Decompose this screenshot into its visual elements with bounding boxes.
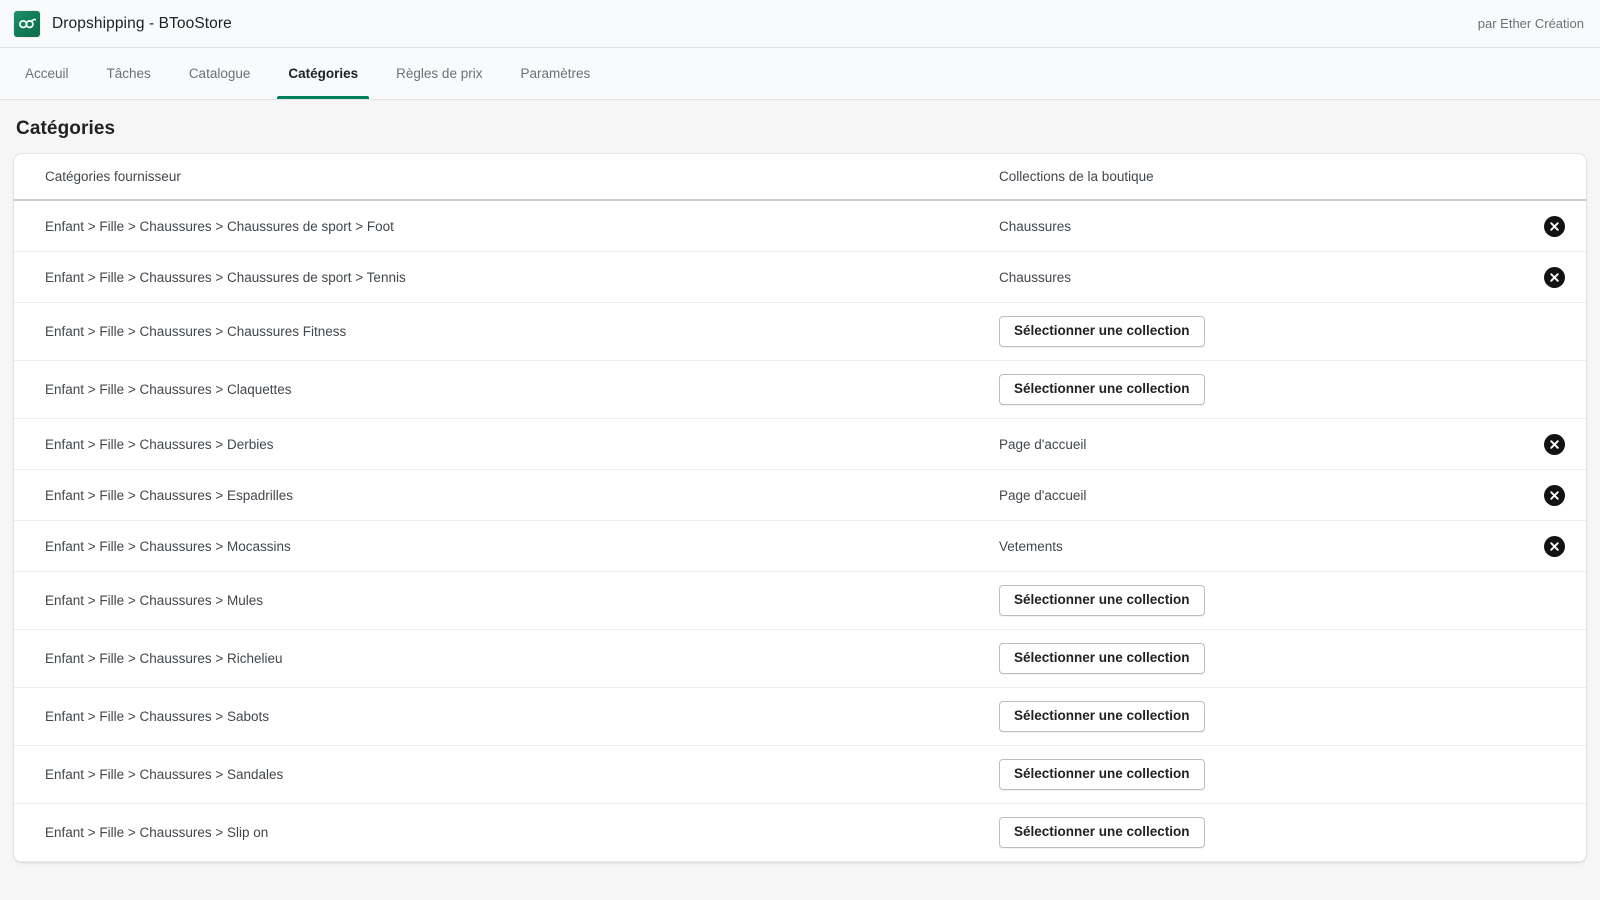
table-body: Enfant > Fille > Chaussures > Chaussures…	[14, 201, 1586, 862]
select-collection-button[interactable]: Sélectionner une collection	[999, 374, 1205, 405]
cell-actions	[1524, 433, 1586, 455]
table-row: Enfant > Fille > Chaussures > Chaussures…	[14, 252, 1586, 303]
close-icon	[1549, 272, 1559, 282]
cell-shop-collection: Page d'accueil	[999, 488, 1524, 503]
cell-actions	[1524, 266, 1586, 288]
cell-shop-collection: Sélectionner une collection	[999, 585, 1524, 616]
cell-supplier-category: Enfant > Fille > Chaussures > Claquettes	[45, 382, 292, 397]
cell-supplier-category: Enfant > Fille > Chaussures > Mocassins	[45, 538, 291, 554]
categories-card: Catégories fournisseur Collections de la…	[14, 154, 1586, 862]
table-header-row: Catégories fournisseur Collections de la…	[14, 154, 1586, 201]
table-row: Enfant > Fille > Chaussures > Claquettes…	[14, 361, 1586, 419]
cell-supplier-category: Enfant > Fille > Chaussures > Mules	[45, 593, 263, 608]
column-header-supplier-categories: Catégories fournisseur	[45, 169, 181, 184]
cell-shop-collection: Page d'accueil	[999, 437, 1524, 452]
cell-supplier-category: Enfant > Fille > Chaussures > Sandales	[45, 767, 284, 782]
collection-name: Page d'accueil	[999, 487, 1087, 503]
remove-collection-button[interactable]	[1543, 484, 1565, 506]
app-title: Dropshipping - BTooStore	[52, 14, 232, 32]
collection-name: Chaussures	[999, 218, 1072, 234]
app-credit: par Ether Création	[1477, 16, 1584, 31]
tab-regles-de-prix[interactable]: Règles de prix	[377, 48, 501, 99]
table-row: Enfant > Fille > Chaussures > Slip on Sél…	[14, 804, 1586, 862]
cell-supplier-category: Enfant > Fille > Chaussures > Richelieu	[45, 651, 283, 666]
cell-shop-collection: Sélectionner une collection	[999, 316, 1524, 347]
select-collection-button[interactable]: Sélectionner une collection	[999, 585, 1205, 616]
cell-shop-collection: Vetements	[999, 539, 1524, 554]
tab-categories[interactable]: Catégories	[269, 48, 377, 99]
remove-collection-button[interactable]	[1543, 266, 1565, 288]
select-collection-button[interactable]: Sélectionner une collection	[999, 643, 1205, 674]
close-icon	[1549, 490, 1559, 500]
table-row: Enfant > Fille > Chaussures > Chaussures…	[14, 201, 1586, 252]
cell-shop-collection: Chaussures	[999, 219, 1524, 234]
select-collection-button[interactable]: Sélectionner une collection	[999, 759, 1205, 790]
cell-supplier-category: Enfant > Fille > Chaussures > Sabots	[45, 709, 270, 724]
table-row: Enfant > Fille > Chaussures > Sabots Séle…	[14, 688, 1586, 746]
cell-shop-collection: Sélectionner une collection	[999, 817, 1524, 848]
cell-actions	[1524, 484, 1586, 506]
cell-actions	[1524, 215, 1586, 237]
column-header-shop-collections: Collections de la boutique	[999, 169, 1154, 184]
cell-supplier-category: Enfant > Fille > Chaussures > Chaussures…	[45, 269, 406, 285]
tab-acceuil[interactable]: Acceuil	[6, 48, 88, 99]
select-collection-button[interactable]: Sélectionner une collection	[999, 817, 1205, 848]
collection-name: Vetements	[999, 538, 1063, 554]
table-row: Enfant > Fille > Chaussures > Richelieu S…	[14, 630, 1586, 688]
cell-supplier-category: Enfant > Fille > Chaussures > Espadrille…	[45, 487, 294, 503]
infinity-logo-icon	[14, 10, 40, 37]
table-row: Enfant > Fille > Chaussures > Derbies Pag…	[14, 419, 1586, 470]
main-navigation: Acceuil Tâches Catalogue Catégories Règl…	[0, 48, 1600, 100]
app-header-bar: Dropshipping - BTooStore par Ether Créat…	[0, 0, 1600, 48]
collection-name: Chaussures	[999, 269, 1072, 285]
table-row: Enfant > Fille > Chaussures > Espadrille…	[14, 470, 1586, 521]
cell-supplier-category: Enfant > Fille > Chaussures > Chaussures…	[45, 218, 394, 234]
close-icon	[1549, 221, 1559, 231]
table-row: Enfant > Fille > Chaussures > Chaussures…	[14, 303, 1586, 361]
close-icon	[1549, 439, 1559, 449]
select-collection-button[interactable]: Sélectionner une collection	[999, 316, 1205, 347]
remove-collection-button[interactable]	[1543, 215, 1565, 237]
cell-shop-collection: Sélectionner une collection	[999, 374, 1524, 405]
remove-collection-button[interactable]	[1543, 433, 1565, 455]
cell-supplier-category: Enfant > Fille > Chaussures > Chaussures…	[45, 324, 347, 339]
cell-shop-collection: Chaussures	[999, 270, 1524, 285]
collection-name: Page d'accueil	[999, 436, 1087, 452]
categories-table: Catégories fournisseur Collections de la…	[14, 154, 1586, 862]
remove-collection-button[interactable]	[1543, 535, 1565, 557]
cell-shop-collection: Sélectionner une collection	[999, 759, 1524, 790]
app-identity: Dropshipping - BTooStore	[14, 10, 232, 37]
tab-catalogue[interactable]: Catalogue	[170, 48, 270, 99]
table-row: Enfant > Fille > Chaussures > Mules Sélec…	[14, 572, 1586, 630]
tab-parametres[interactable]: Paramètres	[501, 48, 609, 99]
cell-supplier-category: Enfant > Fille > Chaussures > Slip on	[45, 825, 269, 840]
table-row: Enfant > Fille > Chaussures > Mocassins V…	[14, 521, 1586, 572]
table-row: Enfant > Fille > Chaussures > Sandales Sé…	[14, 746, 1586, 804]
cell-supplier-category: Enfant > Fille > Chaussures > Derbies	[45, 436, 274, 452]
cell-shop-collection: Sélectionner une collection	[999, 701, 1524, 732]
close-icon	[1549, 541, 1559, 551]
page-title: Catégories	[16, 118, 116, 139]
tab-taches[interactable]: Tâches	[88, 48, 170, 99]
cell-actions	[1524, 535, 1586, 557]
cell-shop-collection: Sélectionner une collection	[999, 643, 1524, 674]
select-collection-button[interactable]: Sélectionner une collection	[999, 701, 1205, 732]
page-content: Catégories Catégories fournisseur Collec…	[0, 100, 1600, 862]
